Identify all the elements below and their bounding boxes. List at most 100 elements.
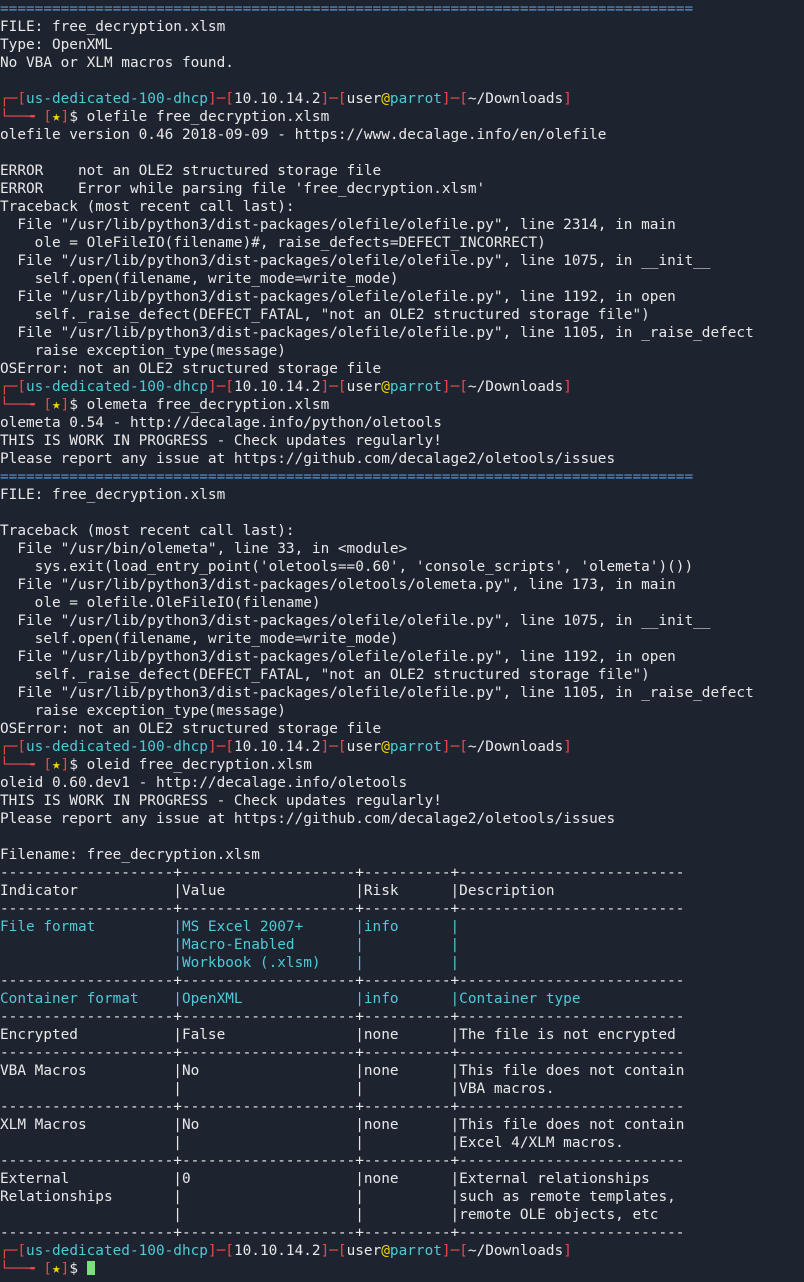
terminal-line: File "/usr/lib/python3/dist-packages/ole… — [0, 576, 804, 594]
terminal-line: --------------------+-------------------… — [0, 1098, 804, 1116]
terminal-line: File "/usr/lib/python3/dist-packages/ole… — [0, 288, 804, 306]
prompt-at: @ — [381, 739, 390, 755]
star-icon: ★ — [51, 109, 61, 125]
terminal-line: OSError: not an OLE2 structured storage … — [0, 720, 804, 738]
prompt-bracket: ] — [563, 379, 572, 395]
terminal-line: Type: OpenXML — [0, 36, 804, 54]
terminal-line: Relationships | | |such as remote templa… — [0, 1188, 804, 1206]
line-text: --------------------+-------------------… — [0, 973, 685, 989]
prompt-host: us-dedicated-100-dhcp — [26, 1243, 208, 1259]
line-text: |Macro-Enabled | | — [0, 937, 460, 953]
line-text: File "/usr/lib/python3/dist-packages/ole… — [0, 613, 711, 629]
prompt-bracket: └──╼ [ — [0, 757, 52, 773]
terminal-line: File format |MS Excel 2007+ |info | — [0, 918, 804, 936]
terminal-window[interactable]: ========================================… — [0, 0, 804, 1282]
terminal-line: sys.exit(load_entry_point('oletools==0.6… — [0, 558, 804, 576]
terminal-line: Filename: free_decryption.xlsm — [0, 846, 804, 864]
line-text: Traceback (most recent call last): — [0, 523, 295, 539]
line-text: --------------------+-------------------… — [0, 1045, 685, 1061]
prompt-header: ┌─[us-dedicated-100-dhcp]─[10.10.14.2]─[… — [0, 738, 804, 756]
terminal-line: External |0 |none |External relationship… — [0, 1170, 804, 1188]
prompt-at: @ — [381, 91, 390, 107]
line-text: Traceback (most recent call last): — [0, 199, 295, 215]
prompt-bracket: ]─[ — [207, 91, 234, 107]
prompt-bracket: ]─[ — [320, 91, 347, 107]
line-text: File "/usr/lib/python3/dist-packages/ole… — [0, 217, 676, 233]
prompt-host: us-dedicated-100-dhcp — [26, 91, 208, 107]
prompt-user: user — [346, 379, 382, 395]
terminal-line: ========================================… — [0, 468, 804, 486]
prompt-path: ~/Downloads — [467, 379, 564, 395]
terminal-line: olemeta 0.54 - http://decalage.info/pyth… — [0, 414, 804, 432]
terminal-line: Encrypted |False |none |The file is not … — [0, 1026, 804, 1044]
prompt-user: user — [346, 91, 382, 107]
line-text: Filename: free_decryption.xlsm — [0, 847, 260, 863]
line-text: ========================================… — [0, 1, 694, 17]
star-icon: ★ — [51, 757, 61, 773]
prompt-command-line: └──╼ [★]$ oleid free_decryption.xlsm — [0, 756, 804, 774]
prompt-bracket: ]─[ — [207, 739, 234, 755]
prompt-ip: 10.10.14.2 — [233, 1243, 321, 1259]
terminal-line: ERROR Error while parsing file 'free_dec… — [0, 180, 804, 198]
prompt-user: user — [346, 739, 382, 755]
terminal-line: --------------------+-------------------… — [0, 1008, 804, 1026]
line-text: --------------------+-------------------… — [0, 1225, 685, 1241]
terminal-line: FILE: free_decryption.xlsm — [0, 486, 804, 504]
terminal-line: File "/usr/lib/python3/dist-packages/ole… — [0, 612, 804, 630]
line-text: ERROR not an OLE2 structured storage fil… — [0, 163, 382, 179]
prompt-bracket: └──╼ [ — [0, 109, 52, 125]
terminal-line: self._raise_defect(DEFECT_FATAL, "not an… — [0, 666, 804, 684]
line-text: olefile version 0.46 2018-09-09 - https:… — [0, 127, 607, 143]
command-text: olemeta free_decryption.xlsm — [86, 397, 330, 413]
line-text: OSError: not an OLE2 structured storage … — [0, 721, 382, 737]
prompt-header: ┌─[us-dedicated-100-dhcp]─[10.10.14.2]─[… — [0, 378, 804, 396]
line-text: File format |MS Excel 2007+ |info | — [0, 919, 460, 935]
prompt-bracket: ┌─[ — [0, 1243, 26, 1259]
prompt-machine: parrot — [389, 379, 442, 395]
line-text: Encrypted |False |none |The file is not … — [0, 1027, 676, 1043]
prompt-bracket: ]─[ — [320, 379, 347, 395]
terminal-line: self._raise_defect(DEFECT_FATAL, "not an… — [0, 306, 804, 324]
line-text: olemeta 0.54 - http://decalage.info/pyth… — [0, 415, 442, 431]
prompt-ip: 10.10.14.2 — [233, 379, 321, 395]
prompt-bracket: ┌─[ — [0, 379, 26, 395]
terminal-line: FILE: free_decryption.xlsm — [0, 18, 804, 36]
line-text: | | |remote OLE objects, etc — [0, 1207, 659, 1223]
command-text: olefile free_decryption.xlsm — [86, 109, 330, 125]
line-text: FILE: free_decryption.xlsm — [0, 19, 226, 35]
line-text: File "/usr/lib/python3/dist-packages/ole… — [0, 253, 711, 269]
line-text: |Workbook (.xlsm) | | — [0, 955, 460, 971]
terminal-line: self.open(filename, write_mode=write_mod… — [0, 270, 804, 288]
line-text: OSError: not an OLE2 structured storage … — [0, 361, 382, 377]
line-text: | | |VBA macros. — [0, 1081, 555, 1097]
line-text: self._raise_defect(DEFECT_FATAL, "not an… — [0, 667, 650, 683]
star-icon: ★ — [51, 397, 61, 413]
line-text: ole = olefile.OleFileIO(filename) — [0, 595, 321, 611]
line-text: FILE: free_decryption.xlsm — [0, 487, 226, 503]
terminal-line: Indicator |Value |Risk |Description — [0, 882, 804, 900]
prompt-command-line: └──╼ [★]$ olemeta free_decryption.xlsm — [0, 396, 804, 414]
terminal-line: ========================================… — [0, 0, 804, 18]
terminal-line: |Workbook (.xlsm) | | — [0, 954, 804, 972]
line-text: XLM Macros |No |none |This file does not… — [0, 1117, 685, 1133]
line-text: File "/usr/lib/python3/dist-packages/ole… — [0, 685, 754, 701]
line-text: raise exception_type(message) — [0, 343, 286, 359]
terminal-line: Please report any issue at https://githu… — [0, 810, 804, 828]
line-text: oleid 0.60.dev1 - http://decalage.info/o… — [0, 775, 408, 791]
prompt-at: @ — [381, 1243, 390, 1259]
terminal-line: ole = OleFileIO(filename)#, raise_defect… — [0, 234, 804, 252]
line-text: ERROR Error while parsing file 'free_dec… — [0, 181, 486, 197]
prompt-bracket: ]─[ — [441, 91, 468, 107]
terminal-line: File "/usr/lib/python3/dist-packages/ole… — [0, 648, 804, 666]
prompt-path: ~/Downloads — [467, 91, 564, 107]
prompt-bracket: ] — [563, 1243, 572, 1259]
terminal-line: OSError: not an OLE2 structured storage … — [0, 360, 804, 378]
prompt-dollar: $ — [69, 1261, 78, 1277]
line-text: File "/usr/lib/python3/dist-packages/ole… — [0, 289, 676, 305]
prompt-bracket: ]─[ — [441, 1243, 468, 1259]
terminal-line: --------------------+-------------------… — [0, 972, 804, 990]
